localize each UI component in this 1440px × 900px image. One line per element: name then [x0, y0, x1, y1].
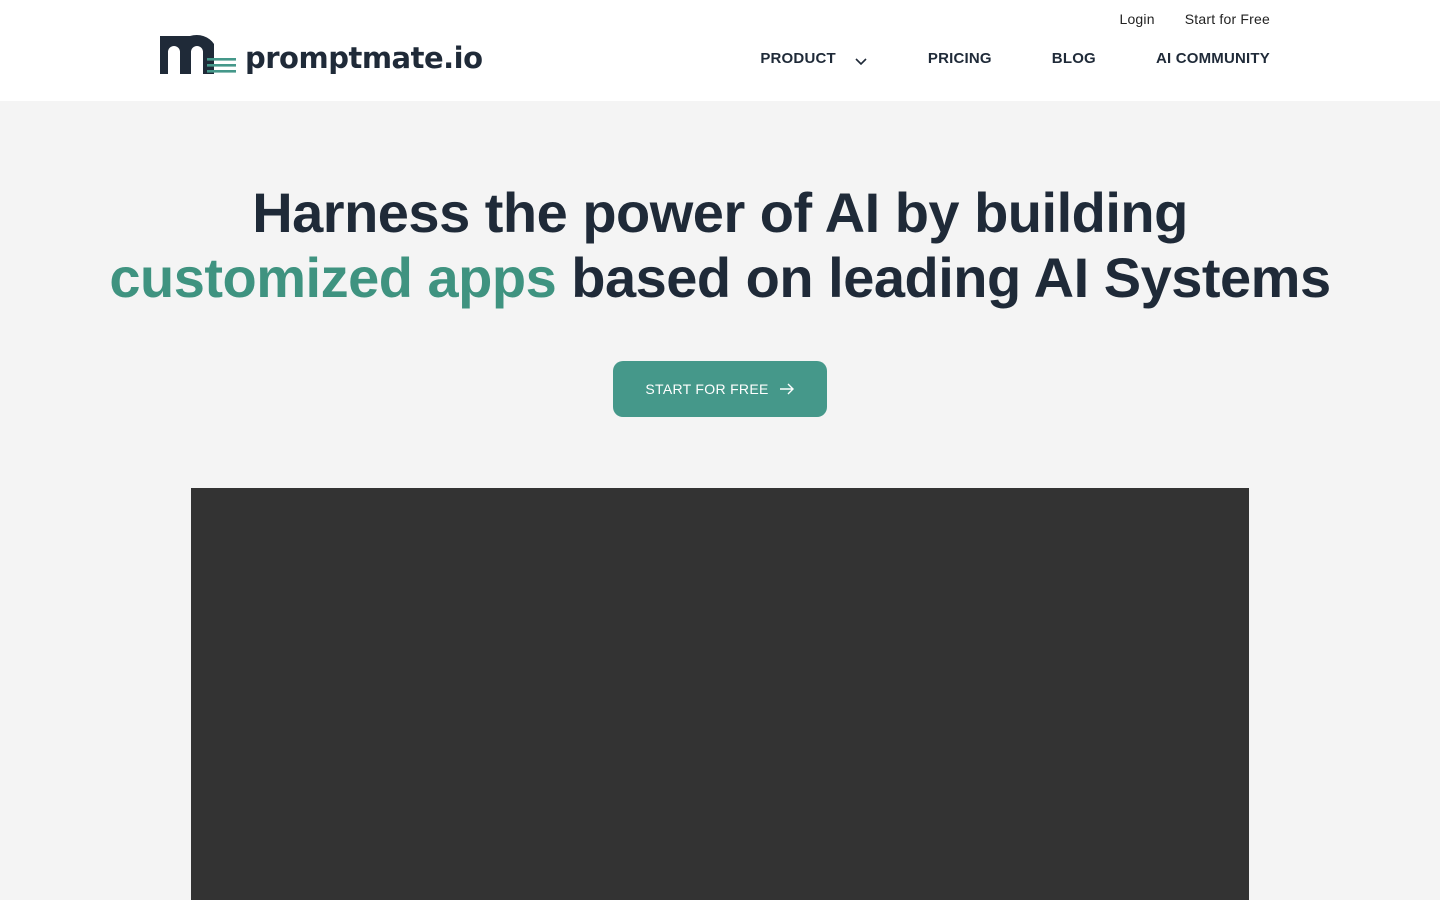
start-for-free-link[interactable]: Start for Free [1185, 11, 1270, 27]
video-player[interactable] [191, 488, 1249, 900]
chevron-down-icon [854, 54, 868, 65]
site-header: Login Start for Free promptmate.io PRODU… [0, 0, 1440, 101]
nav-product[interactable]: PRODUCT [760, 50, 868, 67]
top-links: Login Start for Free [1119, 11, 1270, 27]
hero-headline: Harness the power of AI by building cust… [0, 180, 1440, 310]
hero-line-2-rest: based on leading AI Systems [556, 246, 1331, 309]
arrow-right-icon [779, 383, 794, 395]
nav-pricing[interactable]: PRICING [928, 50, 992, 67]
logo-text: promptmate.io [245, 41, 483, 75]
nav-blog[interactable]: BLOG [1052, 50, 1096, 67]
login-link[interactable]: Login [1119, 11, 1154, 27]
main-nav: PRODUCT PRICING BLOG AI COMMUNITY [760, 50, 1270, 67]
cta-label: START FOR FREE [645, 381, 769, 397]
start-for-free-button[interactable]: START FOR FREE [613, 361, 827, 417]
hero-line-1: Harness the power of AI by building [252, 181, 1188, 244]
logo-mark-icon [160, 34, 238, 76]
hero-accent-text: customized apps [109, 246, 557, 309]
nav-ai-community[interactable]: AI COMMUNITY [1156, 50, 1270, 67]
logo[interactable]: promptmate.io [160, 34, 483, 76]
nav-product-label: PRODUCT [760, 50, 836, 67]
